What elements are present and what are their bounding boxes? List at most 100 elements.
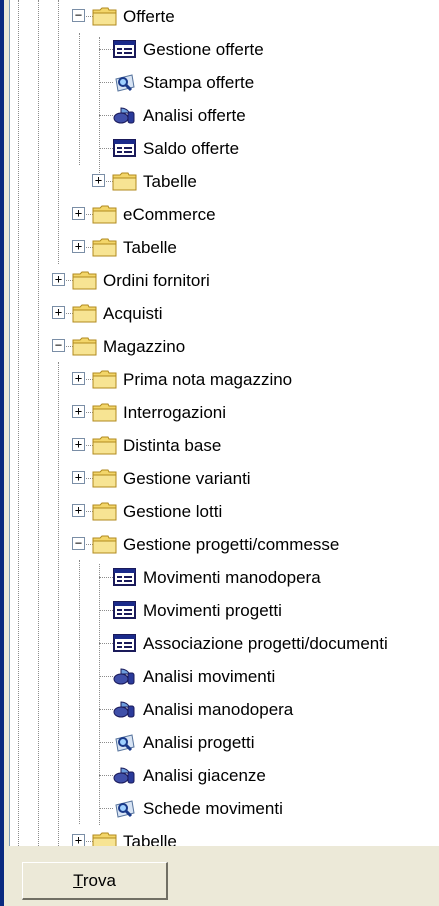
tree-connector-line: [99, 709, 113, 710]
footer-bar: Trova: [4, 846, 439, 906]
tree-item-ordini-fornitori[interactable]: + Ordini fornitori: [10, 264, 439, 297]
expand-icon[interactable]: +: [72, 438, 85, 451]
tree-item-movimenti-progetti[interactable]: Movimenti progetti: [10, 594, 439, 627]
form-icon: [112, 137, 138, 159]
expand-icon[interactable]: +: [92, 174, 105, 187]
folder-icon: [92, 401, 118, 423]
expand-icon[interactable]: +: [52, 273, 65, 286]
folder-icon: [72, 302, 98, 324]
form-icon: [112, 632, 138, 654]
tree-item-label: Offerte: [123, 7, 175, 26]
expand-icon[interactable]: +: [72, 504, 85, 517]
find-button-label: rova: [82, 871, 116, 890]
tree-item-label: Acquisti: [103, 304, 163, 323]
tree-connector-line: [99, 148, 113, 149]
tree-item-stampa-offerte[interactable]: Stampa offerte: [10, 66, 439, 99]
folder-icon: [92, 533, 118, 555]
folder-icon: [92, 368, 118, 390]
expand-icon[interactable]: +: [72, 471, 85, 484]
tree-item-movimenti-manodopera[interactable]: Movimenti manodopera: [10, 561, 439, 594]
tree-item-gestione-varianti[interactable]: + Gestione varianti: [10, 462, 439, 495]
tree-item-associazione-progetti-documenti[interactable]: Associazione progetti/documenti: [10, 627, 439, 660]
folder-icon: [92, 434, 118, 456]
tree-connector-line: [99, 610, 113, 611]
tree-connector-line: [99, 115, 113, 116]
form-icon: [112, 566, 138, 588]
expand-icon[interactable]: +: [72, 207, 85, 220]
folder-icon: [72, 335, 98, 357]
tree-item-label: Gestione lotti: [123, 502, 223, 521]
tree-item-label: Distinta base: [123, 436, 222, 455]
tree-item-label: Analisi giacenze: [143, 766, 266, 785]
tree-item-label: Interrogazioni: [123, 403, 227, 422]
analysis-icon: [112, 665, 138, 687]
tree-item-label: Gestione varianti: [123, 469, 251, 488]
tree-item-magazzino[interactable]: − Magazzino: [10, 330, 439, 363]
tree-item-label: Movimenti manodopera: [143, 568, 321, 587]
expand-icon[interactable]: +: [72, 372, 85, 385]
print-preview-icon: [112, 71, 138, 93]
tree-item-label: Analisi manodopera: [143, 700, 294, 719]
analysis-icon: [112, 764, 138, 786]
folder-icon: [92, 5, 118, 27]
tree-connector-line: [99, 643, 113, 644]
analysis-icon: [112, 698, 138, 720]
tree-item-analisi-progetti[interactable]: Analisi progetti: [10, 726, 439, 759]
tree-item-label: Saldo offerte: [143, 139, 240, 158]
collapse-icon[interactable]: −: [72, 537, 85, 550]
collapse-icon[interactable]: −: [72, 9, 85, 22]
tree-item-acquisti[interactable]: + Acquisti: [10, 297, 439, 330]
folder-icon: [92, 830, 118, 846]
tree-connector-line: [99, 82, 113, 83]
tree-item-label: Tabelle: [143, 172, 197, 191]
tree-item-label: Tabelle: [123, 832, 177, 846]
tree-item-interrogazioni[interactable]: + Interrogazioni: [10, 396, 439, 429]
tree-item-offerte[interactable]: − Offerte: [10, 0, 439, 33]
tree-item-gestione-progetti-commesse[interactable]: − Gestione progetti/commesse: [10, 528, 439, 561]
form-icon: [112, 38, 138, 60]
navigation-tree[interactable]: − Offerte Gestione offerte Stampa offerte An…: [9, 0, 439, 846]
tree-item-label: Stampa offerte: [143, 73, 255, 92]
tree-item-label: Tabelle: [123, 238, 177, 257]
tree-item-analisi-movimenti[interactable]: Analisi movimenti: [10, 660, 439, 693]
expand-icon[interactable]: +: [72, 834, 85, 846]
find-button[interactable]: Trova: [22, 862, 168, 900]
tree-item-gestione-lotti[interactable]: + Gestione lotti: [10, 495, 439, 528]
tree-item-saldo-offerte[interactable]: Saldo offerte: [10, 132, 439, 165]
analysis-icon: [112, 104, 138, 126]
tree-item-ecommerce[interactable]: + eCommerce: [10, 198, 439, 231]
tree-item-analisi-manodopera[interactable]: Analisi manodopera: [10, 693, 439, 726]
expand-icon[interactable]: +: [72, 405, 85, 418]
folder-icon: [92, 500, 118, 522]
tree-item-label: Prima nota magazzino: [123, 370, 293, 389]
tree-item-label: Associazione progetti/documenti: [143, 634, 388, 653]
print-preview-icon: [112, 797, 138, 819]
tree-item-analisi-giacenze[interactable]: Analisi giacenze: [10, 759, 439, 792]
tree-item-tabelle[interactable]: + Tabelle: [10, 165, 439, 198]
folder-icon: [92, 203, 118, 225]
tree-item-gestione-offerte[interactable]: Gestione offerte: [10, 33, 439, 66]
tree-item-label: Analisi movimenti: [143, 667, 276, 686]
folder-icon: [92, 467, 118, 489]
tree-connector-line: [99, 775, 113, 776]
tree-item-label: Analisi progetti: [143, 733, 255, 752]
tree-panel: − Offerte Gestione offerte Stampa offerte An…: [4, 0, 439, 906]
expand-icon[interactable]: +: [52, 306, 65, 319]
collapse-icon[interactable]: −: [52, 339, 65, 352]
tree-item-label: Magazzino: [103, 337, 186, 356]
tree-item-label: Analisi offerte: [143, 106, 246, 125]
tree-item-prima-nota-magazzino[interactable]: + Prima nota magazzino: [10, 363, 439, 396]
tree-item-label: eCommerce: [123, 205, 216, 224]
tree-item-label: Gestione offerte: [143, 40, 264, 59]
tree-item-label: Gestione progetti/commesse: [123, 535, 340, 554]
tree-item-label: Ordini fornitori: [103, 271, 210, 290]
tree-item-tabelle[interactable]: + Tabelle: [10, 825, 439, 846]
tree-item-distinta-base[interactable]: + Distinta base: [10, 429, 439, 462]
tree-item-analisi-offerte[interactable]: Analisi offerte: [10, 99, 439, 132]
print-preview-icon: [112, 731, 138, 753]
tree-item-tabelle[interactable]: + Tabelle: [10, 231, 439, 264]
expand-icon[interactable]: +: [72, 240, 85, 253]
tree-connector-line: [99, 808, 113, 809]
tree-item-schede-movimenti[interactable]: Schede movimenti: [10, 792, 439, 825]
folder-icon: [112, 170, 138, 192]
